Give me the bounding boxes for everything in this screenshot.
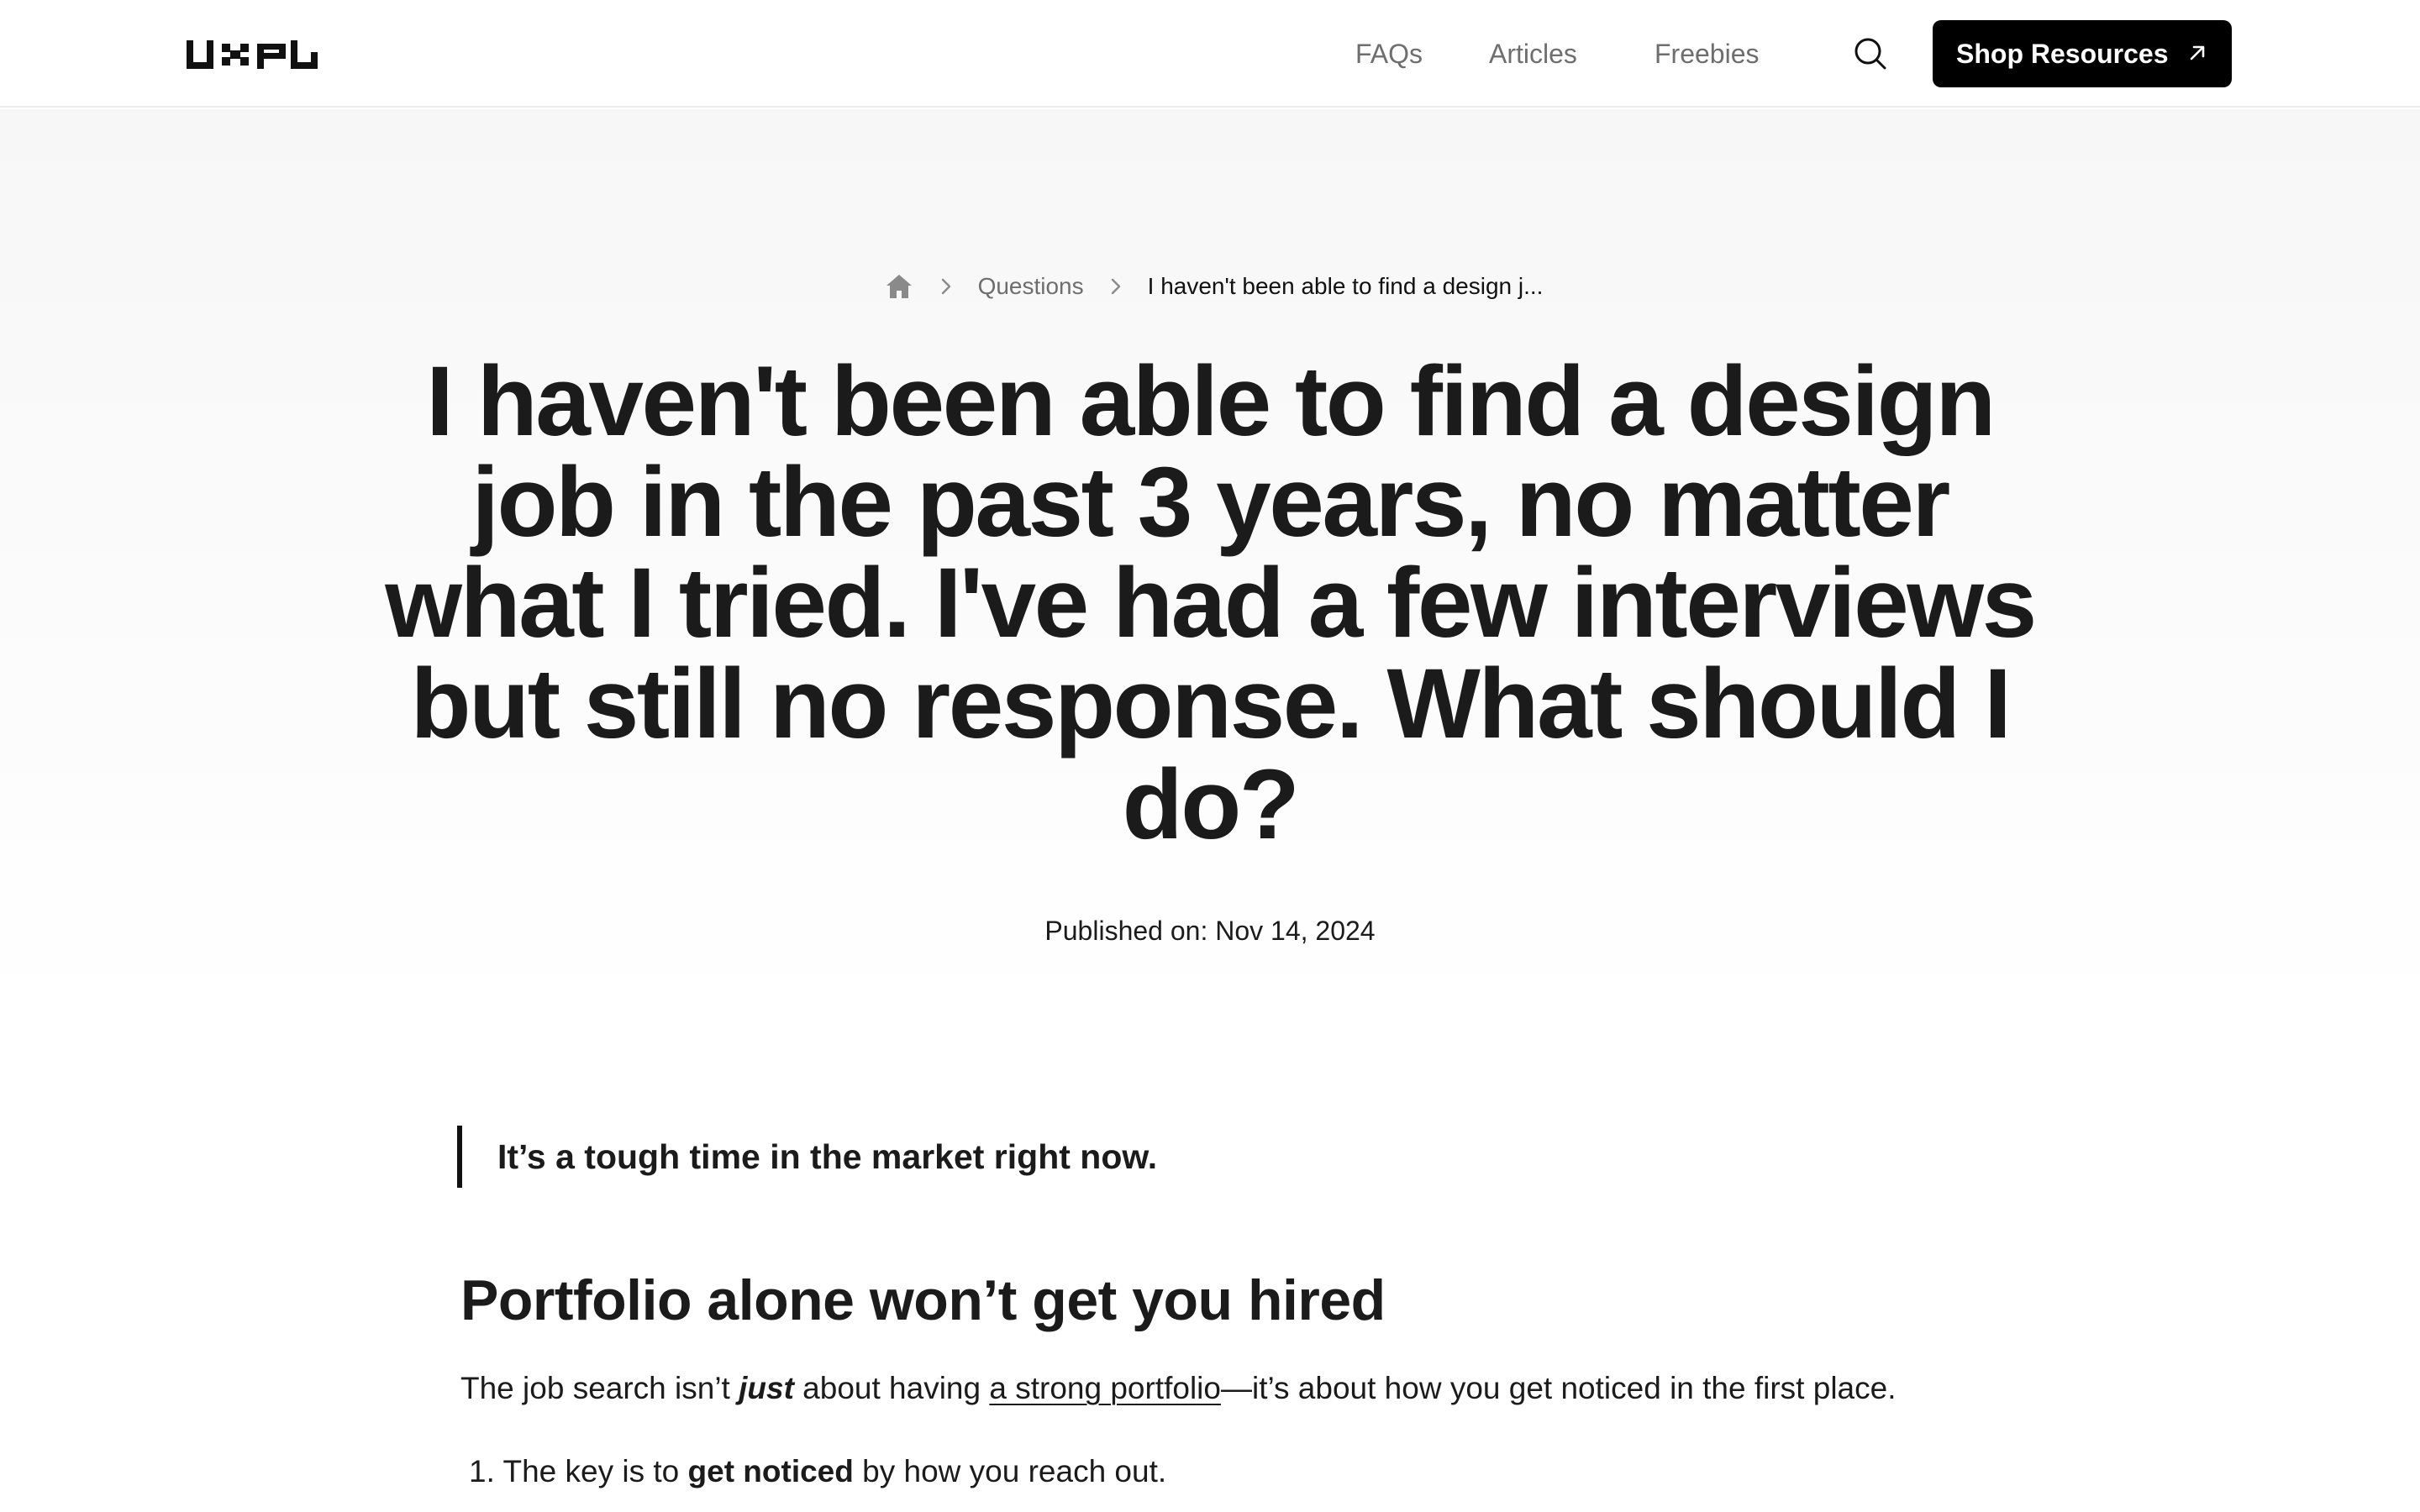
paragraph-text: The job search isn’t	[460, 1371, 739, 1405]
article-list: 1. The key is to get noticed by how you …	[460, 1451, 1166, 1493]
search-button[interactable]	[1852, 35, 1889, 72]
nav-link-faqs[interactable]: FAQs	[1355, 34, 1423, 74]
published-date-value: Nov 14, 2024	[1215, 916, 1376, 946]
page-title: I haven't been able to find a design job…	[385, 346, 2037, 860]
list-item-text: by how you reach out.	[853, 1454, 1167, 1488]
callout-text: It’s a tough time in the market right no…	[497, 1137, 1158, 1176]
breadcrumb-questions-link[interactable]: Questions	[978, 273, 1084, 300]
breadcrumb: Questions I haven't been able to find a …	[0, 267, 2420, 306]
section-heading: Portfolio alone won’t get you hired	[460, 1268, 1386, 1332]
paragraph-text: about having	[793, 1371, 990, 1405]
published-date: Published on: Nov 14, 2024	[0, 916, 2420, 947]
search-icon	[1854, 38, 1886, 70]
site-header: FAQs Articles Freebies Shop Resources	[0, 0, 2420, 108]
home-icon[interactable]	[884, 271, 914, 302]
paragraph-text: —it’s about how you get noticed in the f…	[1220, 1371, 1897, 1405]
list-item-number: 1.	[469, 1454, 495, 1488]
nav-link-articles[interactable]: Articles	[1489, 34, 1577, 74]
chevron-right-icon	[941, 278, 950, 295]
published-label: Published on:	[1044, 916, 1208, 946]
breadcrumb-current-page: I haven't been able to find a design j..…	[1147, 273, 1544, 299]
list-item: 1. The key is to get noticed by how you …	[460, 1451, 1166, 1493]
shop-resources-label: Shop Resources	[1956, 38, 2169, 69]
list-item-text: The key is to	[502, 1454, 688, 1488]
paragraph-emphasis: just	[739, 1371, 794, 1405]
shop-resources-button[interactable]: Shop Resources	[1933, 20, 2232, 87]
arrow-up-right-icon	[2190, 45, 2205, 60]
article-paragraph: The job search isn’t just about having a…	[460, 1368, 1896, 1410]
site-logo[interactable]	[187, 40, 318, 69]
chevron-right-icon	[1111, 278, 1120, 295]
callout-quote: It’s a tough time in the market right no…	[457, 1126, 1157, 1188]
strong-portfolio-link[interactable]: a strong portfolio	[989, 1371, 1221, 1405]
nav-link-freebies[interactable]: Freebies	[1655, 34, 1760, 74]
list-item-bold: get noticed	[687, 1454, 854, 1488]
